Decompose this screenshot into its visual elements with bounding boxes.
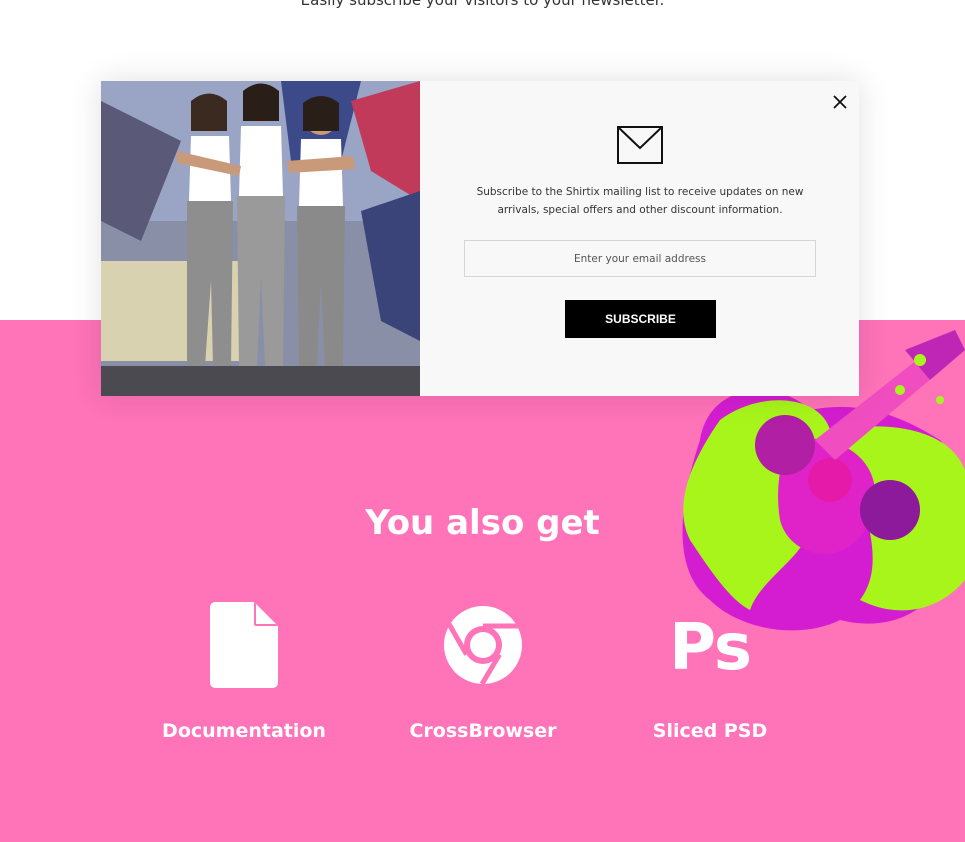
popup-image (101, 81, 420, 396)
chrome-browser-icon (444, 606, 522, 685)
email-input[interactable] (464, 240, 816, 277)
intro-text: Easily subscribe your visitors to your n… (300, 0, 665, 9)
document-icon (210, 602, 278, 688)
popup-description: Subscribe to the Shirtix mailing list to… (476, 186, 804, 216)
close-icon[interactable] (831, 93, 849, 111)
feature-label: Documentation (162, 720, 326, 742)
newsletter-popup: Subscribe to the Shirtix mailing list to… (101, 81, 859, 396)
section-title: You also get (365, 503, 600, 543)
popup-photo (101, 81, 420, 396)
feature-label: CrossBrowser (409, 720, 557, 742)
mail-envelope-icon (617, 126, 663, 164)
feature-documentation: Documentation (134, 600, 354, 742)
feature-label: Sliced PSD (652, 720, 768, 742)
popup-content: Subscribe to the Shirtix mailing list to… (420, 81, 859, 396)
photoshop-icon: Ps (669, 611, 752, 685)
feature-sliced-psd: Ps Sliced PSD (600, 600, 820, 742)
feature-crossbrowser: CrossBrowser (373, 600, 593, 742)
subscribe-button[interactable]: SUBSCRIBE (565, 300, 716, 338)
features-section: You also get Documentation CrossBrowser (0, 320, 965, 842)
